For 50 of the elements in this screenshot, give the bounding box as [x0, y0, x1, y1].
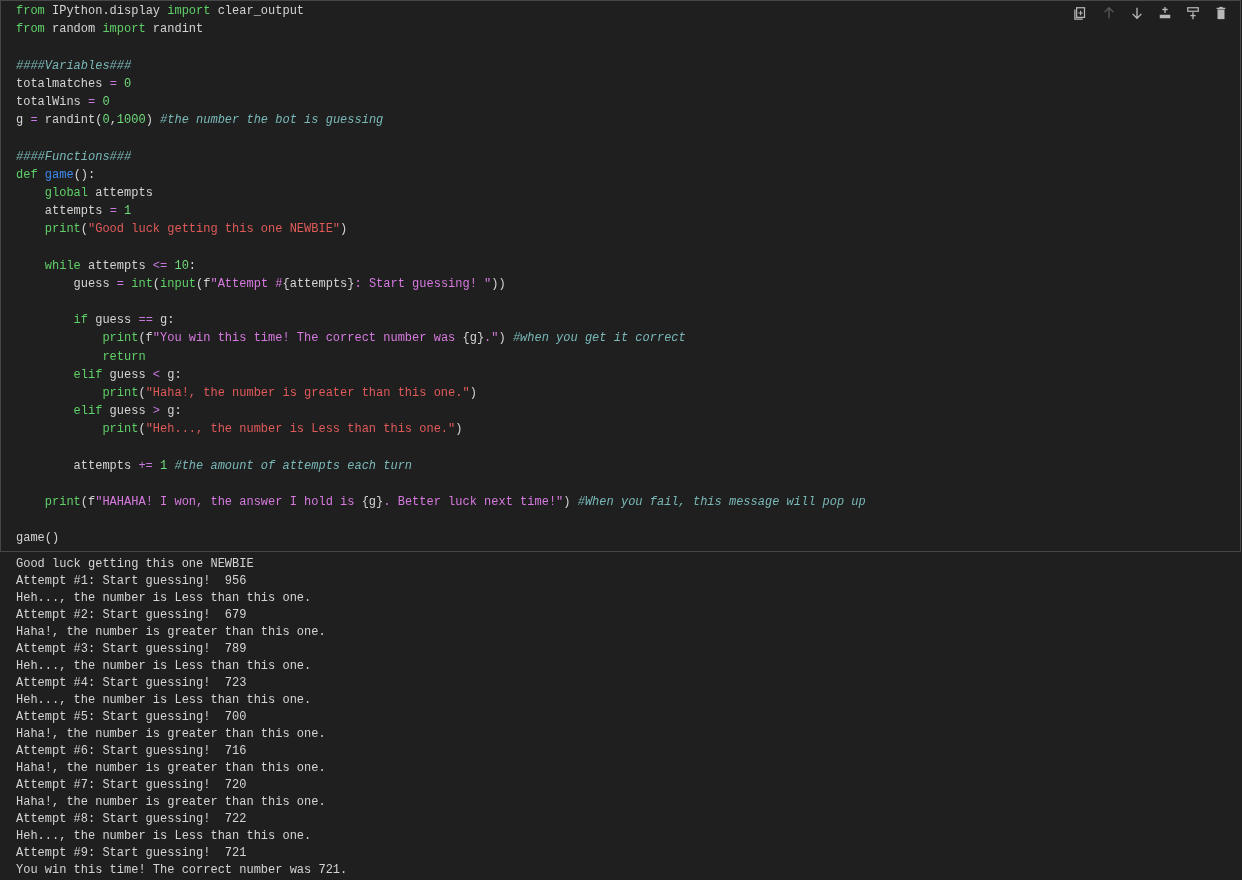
output-line: Attempt #5: Start guessing! 700 — [16, 709, 247, 726]
output-line: Haha!, the number is greater than this one. — [16, 624, 326, 641]
code-line: ####Variables### — [16, 57, 132, 75]
arrow-down-icon — [1130, 5, 1144, 21]
code-line: if guess == g: — [72, 312, 175, 330]
output-line: Heh..., the number is Less than this one. — [16, 658, 312, 675]
insert-below-button[interactable] — [1184, 4, 1202, 22]
output-line: Heh..., the number is Less than this one. — [16, 590, 312, 607]
code-line: print("Good luck getting this one NEWBIE") — [43, 221, 348, 239]
code-cell[interactable] — [0, 0, 1241, 552]
output-line: Attempt #4: Start guessing! 723 — [16, 675, 247, 692]
code-line: attempts = 1 — [43, 203, 132, 221]
code-line: from IPython.display import clear_output — [16, 3, 305, 20]
output-line: Attempt #9: Start guessing! 721 — [16, 845, 247, 862]
output-line: Heh..., the number is Less than this one. — [16, 692, 312, 709]
insert-below-icon — [1186, 5, 1200, 21]
copy-icon — [1074, 5, 1088, 21]
output-line: Heh..., the number is Less than this one. — [16, 828, 312, 845]
code-line: print(f"HAHAHA! I won, the answer I hold is {g}. Better luck next time!") #When you fail, this message will pop up — [43, 494, 866, 512]
code-line: game() — [16, 530, 60, 548]
code-line: elif guess < g: — [72, 366, 182, 384]
arrow-up-icon — [1102, 5, 1116, 21]
code-line: totalmatches = 0 — [16, 75, 132, 93]
code-line: print(f"You win this time! The correct number was {g}.") #when you get it correct — [101, 330, 686, 348]
output-line: Haha!, the number is greater than this one. — [16, 760, 326, 777]
output-line: You win this time! The correct number was 721. — [16, 862, 348, 879]
output-line: Attempt #3: Start guessing! 789 — [16, 641, 247, 658]
output-line: Good luck getting this one NEWBIE — [16, 556, 254, 573]
output-line: Haha!, the number is greater than this one. — [16, 794, 326, 811]
delete-icon — [1214, 5, 1228, 21]
code-line: global attempts — [43, 184, 153, 202]
code-line: print("Heh..., the number is Less than this one.") — [101, 421, 463, 439]
output-line: Attempt #6: Start guessing! 716 — [16, 743, 247, 760]
code-line: print("Haha!, the number is greater than this one.") — [101, 384, 477, 402]
output-line: Haha!, the number is greater than this one. — [16, 726, 326, 743]
insert-above-icon — [1158, 5, 1172, 21]
code-line: return — [101, 348, 146, 366]
output-line: Attempt #2: Start guessing! 679 — [16, 607, 247, 624]
code-line: ####Functions### — [16, 148, 132, 166]
code-line: totalWins = 0 — [16, 93, 110, 111]
output-line: Attempt #7: Start guessing! 720 — [16, 777, 247, 794]
output-line: Attempt #1: Start guessing! 956 — [16, 573, 247, 590]
code-line: from random import randint — [16, 21, 204, 39]
code-line: def game(): — [16, 166, 96, 184]
code-line: guess = int(input(f"Attempt #{attempts}: Start guessing! ")) — [72, 275, 506, 293]
code-line: g = randint(0,1000) #the number the bot is guessing — [16, 112, 384, 130]
code-line: elif guess > g: — [72, 403, 182, 421]
code-line: attempts += 1 #the amount of attempts each turn — [72, 457, 413, 475]
output-line: Attempt #8: Start guessing! 722 — [16, 811, 247, 828]
code-line: while attempts <= 10: — [43, 257, 197, 275]
